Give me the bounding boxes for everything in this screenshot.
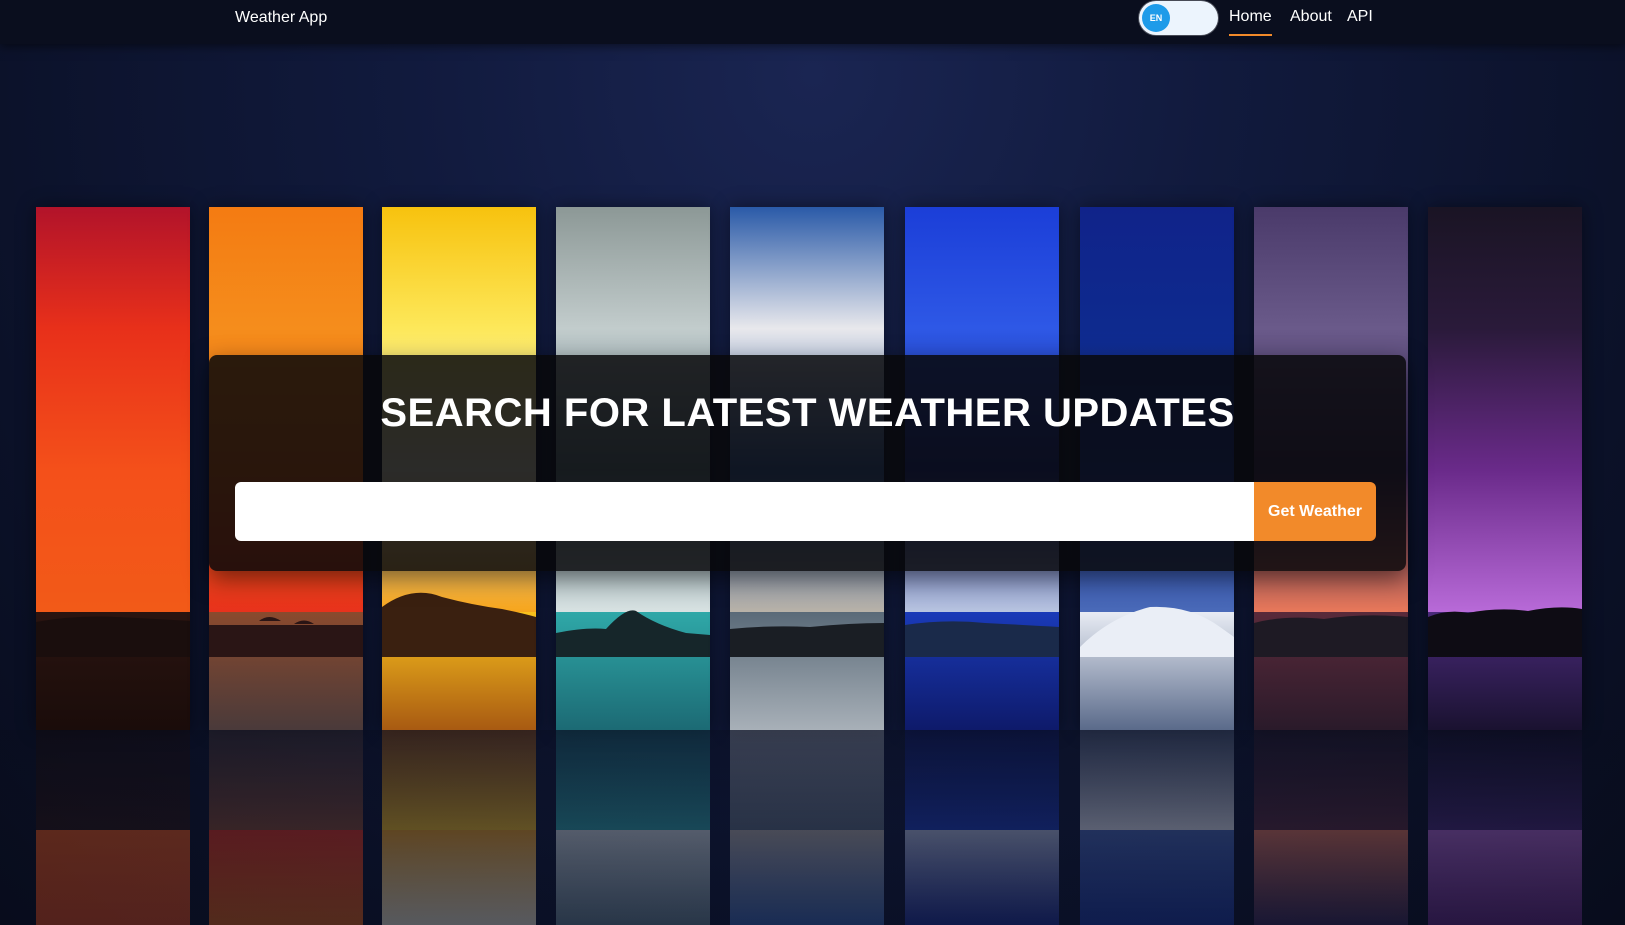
search-form: Get Weather <box>235 482 1376 541</box>
language-toggle[interactable]: EN <box>1139 1 1218 35</box>
navbar: Weather App EN Home About API <box>0 0 1625 44</box>
background-panel-red-sunset <box>36 207 190 730</box>
panel-sky <box>1428 207 1582 612</box>
nav-link-home[interactable]: Home <box>1229 8 1272 36</box>
panel-landscape <box>1428 607 1582 657</box>
city-search-input[interactable] <box>235 482 1254 541</box>
panel-landscape <box>1080 606 1234 657</box>
panel-landscape <box>36 616 190 657</box>
panel-landscape <box>1254 615 1408 657</box>
background-panel-violet-storm <box>1428 207 1582 730</box>
panel-landscape <box>209 617 363 657</box>
brand-link[interactable]: Weather App <box>235 9 327 27</box>
nav-link-api[interactable]: API <box>1347 8 1373 26</box>
language-toggle-knob: EN <box>1142 4 1170 32</box>
panel-landscape <box>905 621 1059 657</box>
get-weather-button[interactable]: Get Weather <box>1254 482 1376 541</box>
reflection-overlay <box>0 730 1625 925</box>
panel-landscape <box>556 610 710 657</box>
page: Weather App EN Home About API SEARCH FOR… <box>0 0 1625 925</box>
panel-landscape <box>382 592 536 657</box>
page-title: SEARCH FOR LATEST WEATHER UPDATES <box>380 391 1235 435</box>
panel-landscape <box>730 623 884 657</box>
panel-sky <box>36 207 190 612</box>
nav-link-about[interactable]: About <box>1290 8 1332 26</box>
search-card: SEARCH FOR LATEST WEATHER UPDATES Get We… <box>209 355 1406 571</box>
